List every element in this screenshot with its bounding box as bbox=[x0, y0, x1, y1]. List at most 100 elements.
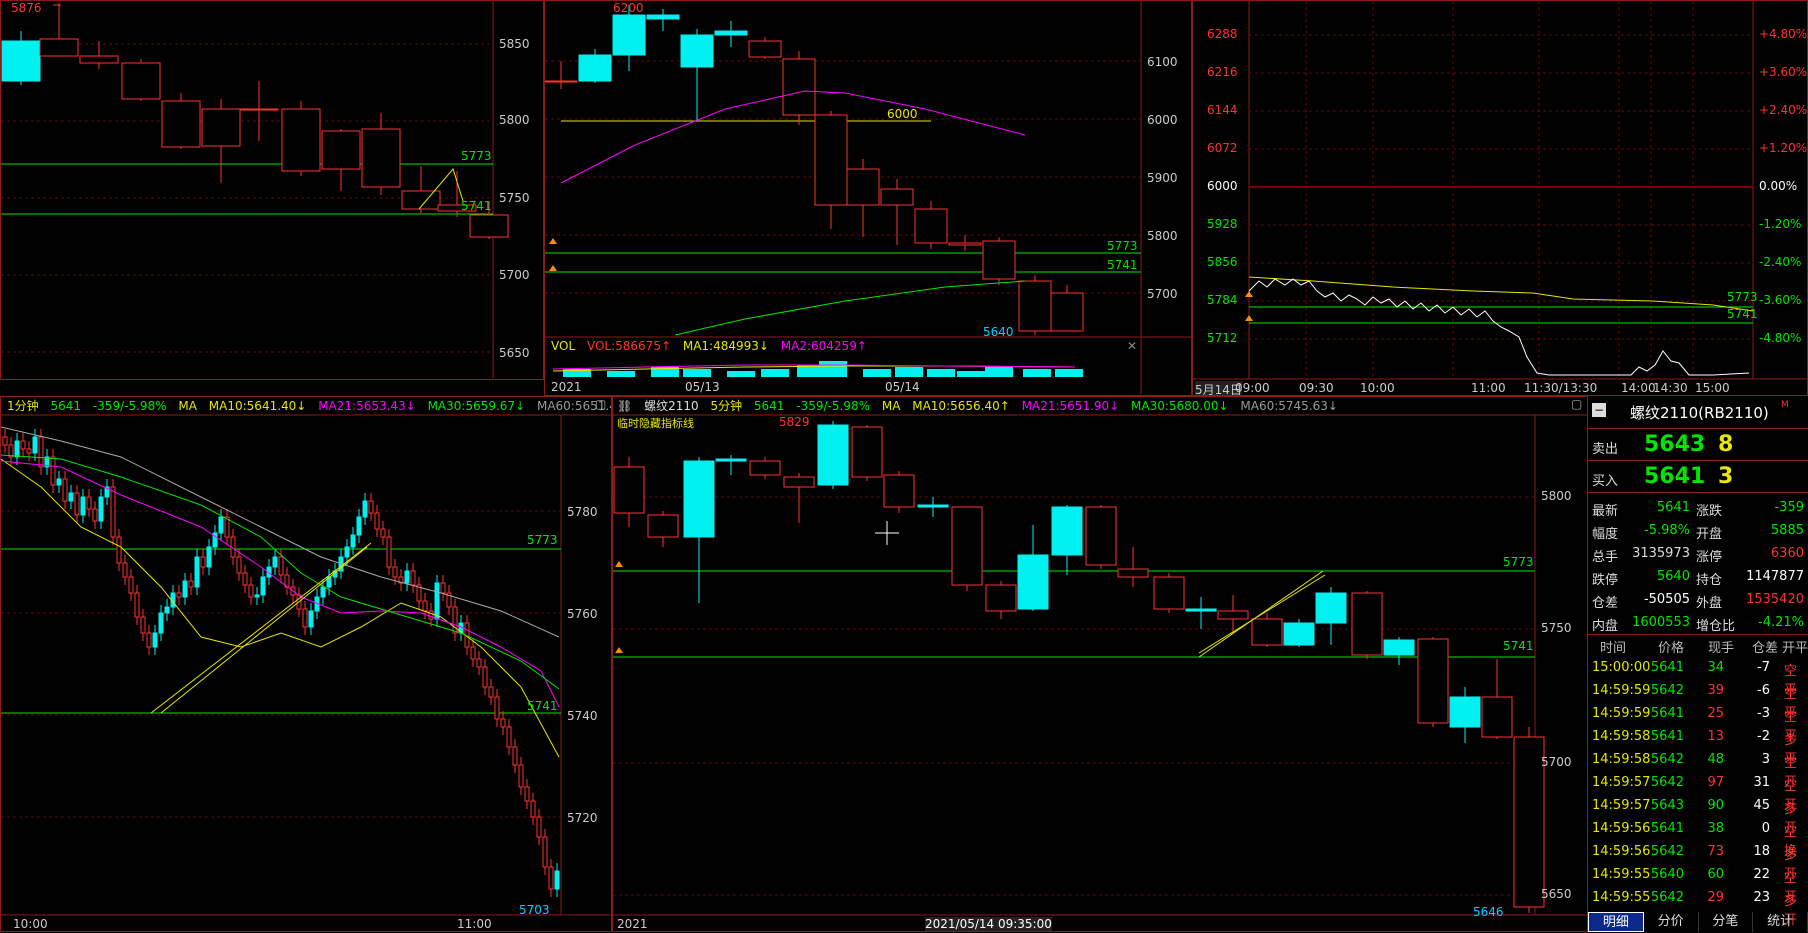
trade-oi-change: 31 bbox=[1753, 775, 1770, 790]
intraday-price-tick: 6288 bbox=[1207, 27, 1238, 41]
trade-oi-change: -6 bbox=[1757, 683, 1770, 698]
candle bbox=[404, 570, 410, 584]
candle bbox=[362, 500, 368, 518]
candle bbox=[56, 478, 62, 486]
vol-menu[interactable]: VOL bbox=[551, 339, 575, 353]
candle bbox=[512, 746, 518, 766]
candle bbox=[1017, 554, 1049, 610]
candle bbox=[1351, 592, 1383, 656]
candle bbox=[434, 582, 440, 620]
min5-axis-3: 5650 bbox=[1541, 887, 1572, 901]
candle bbox=[914, 208, 948, 244]
min5-top-label: 5829 bbox=[779, 415, 810, 429]
stat-label: 涨跌 bbox=[1696, 504, 1723, 519]
trade-price: 5640 bbox=[1650, 867, 1684, 882]
candle bbox=[176, 592, 182, 598]
stat-row: 仓差 -50505 外盘 1535420 bbox=[1588, 588, 1808, 611]
daily-left-axis-2: 5750 bbox=[499, 191, 530, 205]
trade-qty: 38 bbox=[1707, 821, 1724, 836]
candle bbox=[683, 460, 715, 538]
candle bbox=[1153, 576, 1185, 610]
candle bbox=[440, 582, 446, 594]
stat-value: 1535420 bbox=[1746, 592, 1804, 607]
candle bbox=[817, 424, 849, 486]
trade-price: 5642 bbox=[1650, 683, 1684, 698]
candle bbox=[321, 130, 361, 170]
candle bbox=[320, 586, 326, 598]
stat-value: 5641 bbox=[1656, 500, 1690, 515]
trade-row: 14:59:57 5643 90 45 多开 bbox=[1588, 796, 1808, 836]
intraday-chart[interactable]: 6288 6216 6144 6072 6000 5928 5856 5784 5712 +4.… bbox=[1192, 0, 1808, 396]
tab-detail[interactable]: 明细 bbox=[1588, 912, 1644, 932]
daily-chart-left[interactable]: 5850 5800 5750 5700 5650 5876 5773 5741 bbox=[0, 0, 544, 380]
candle bbox=[482, 666, 488, 688]
candle bbox=[578, 54, 612, 82]
volume-bar bbox=[819, 361, 847, 377]
intraday-pct-tick: +3.60% bbox=[1759, 65, 1808, 79]
stat-value: 5640 bbox=[1656, 569, 1690, 584]
buy-price[interactable]: 5641 bbox=[1644, 464, 1705, 489]
trade-time: 14:59:59 bbox=[1592, 706, 1651, 721]
intraday-time-tick: 14:00 bbox=[1621, 381, 1656, 395]
min5-x-0: 2021 bbox=[617, 917, 648, 931]
daily-main-6000-label: 6000 bbox=[887, 107, 918, 121]
candle bbox=[158, 612, 164, 634]
trade-qty: 97 bbox=[1707, 775, 1724, 790]
candle bbox=[542, 836, 548, 868]
min1-low-label: 5703 bbox=[519, 903, 550, 917]
trade-qty: 90 bbox=[1707, 798, 1724, 813]
vol-ma2: MA2:604259↑ bbox=[780, 339, 867, 353]
candle bbox=[206, 546, 212, 568]
tab-stats[interactable]: 统计 bbox=[1753, 912, 1808, 932]
candle bbox=[302, 608, 308, 628]
trade-col-header: 价格 bbox=[1658, 641, 1685, 656]
trade-oi-change: -3 bbox=[1757, 706, 1770, 721]
candle bbox=[1217, 610, 1249, 620]
candle bbox=[548, 866, 554, 890]
min5-chart[interactable]: ⛓ 螺纹2110 5分钟 5641 -359/-5.98% MA MA10:56… bbox=[612, 396, 1588, 932]
close-volume-icon[interactable]: ✕ bbox=[1127, 339, 1137, 353]
tab-price-dist[interactable]: 分价 bbox=[1644, 912, 1699, 932]
trade-price: 5641 bbox=[1650, 821, 1684, 836]
trade-row: 14:59:56 5642 73 18 多开 bbox=[1588, 842, 1808, 882]
daily-main-x-2: 05/14 bbox=[885, 380, 920, 394]
trend-line bbox=[160, 546, 368, 714]
daily-main-x-0: 2021 bbox=[551, 380, 582, 394]
stat-label: 内盘 bbox=[1592, 619, 1619, 634]
daily-main-axis-4: 5700 bbox=[1147, 287, 1178, 301]
candle bbox=[494, 696, 500, 720]
intraday-5741-label: 5741 bbox=[1727, 307, 1758, 321]
min5-5741-label: 5741 bbox=[1503, 639, 1534, 653]
candle bbox=[851, 426, 883, 478]
stat-label: 外盘 bbox=[1696, 596, 1723, 611]
stat-value: -4.21% bbox=[1758, 615, 1804, 630]
candle bbox=[110, 486, 116, 538]
candle bbox=[182, 580, 188, 598]
candle bbox=[524, 786, 530, 802]
sell-price[interactable]: 5643 bbox=[1644, 432, 1705, 457]
stat-value: -359 bbox=[1774, 500, 1804, 515]
candle bbox=[422, 600, 428, 612]
trade-qty: 34 bbox=[1707, 660, 1724, 675]
stat-row: 内盘 1600553 增仓比 -4.21% bbox=[1588, 611, 1808, 634]
tab-ticks[interactable]: 分笔 bbox=[1699, 912, 1754, 932]
candle bbox=[38, 436, 44, 468]
candle bbox=[470, 646, 476, 660]
intraday-5773-label: 5773 bbox=[1727, 290, 1758, 304]
collapse-icon[interactable]: − bbox=[1592, 403, 1606, 417]
min1-chart[interactable]: 1分钟 5641 -359/-5.98% MA MA10:5641.40↓ MA… bbox=[0, 396, 612, 932]
daily-main-x-1: 05/13 bbox=[685, 380, 720, 394]
stat-label: 涨停 bbox=[1696, 550, 1723, 565]
candle bbox=[612, 14, 646, 56]
trade-qty: 60 bbox=[1707, 867, 1724, 882]
candle bbox=[116, 536, 122, 564]
trade-price: 5642 bbox=[1650, 775, 1684, 790]
trade-qty: 73 bbox=[1707, 844, 1724, 859]
candle bbox=[846, 168, 880, 206]
bell-icon bbox=[615, 647, 623, 653]
daily-chart-main[interactable]: 6100 6000 5900 5800 5700 6200 6000 5773 … bbox=[544, 0, 1192, 396]
candle bbox=[350, 534, 356, 548]
candle bbox=[883, 474, 915, 508]
candle bbox=[92, 508, 98, 522]
candle bbox=[161, 100, 201, 148]
